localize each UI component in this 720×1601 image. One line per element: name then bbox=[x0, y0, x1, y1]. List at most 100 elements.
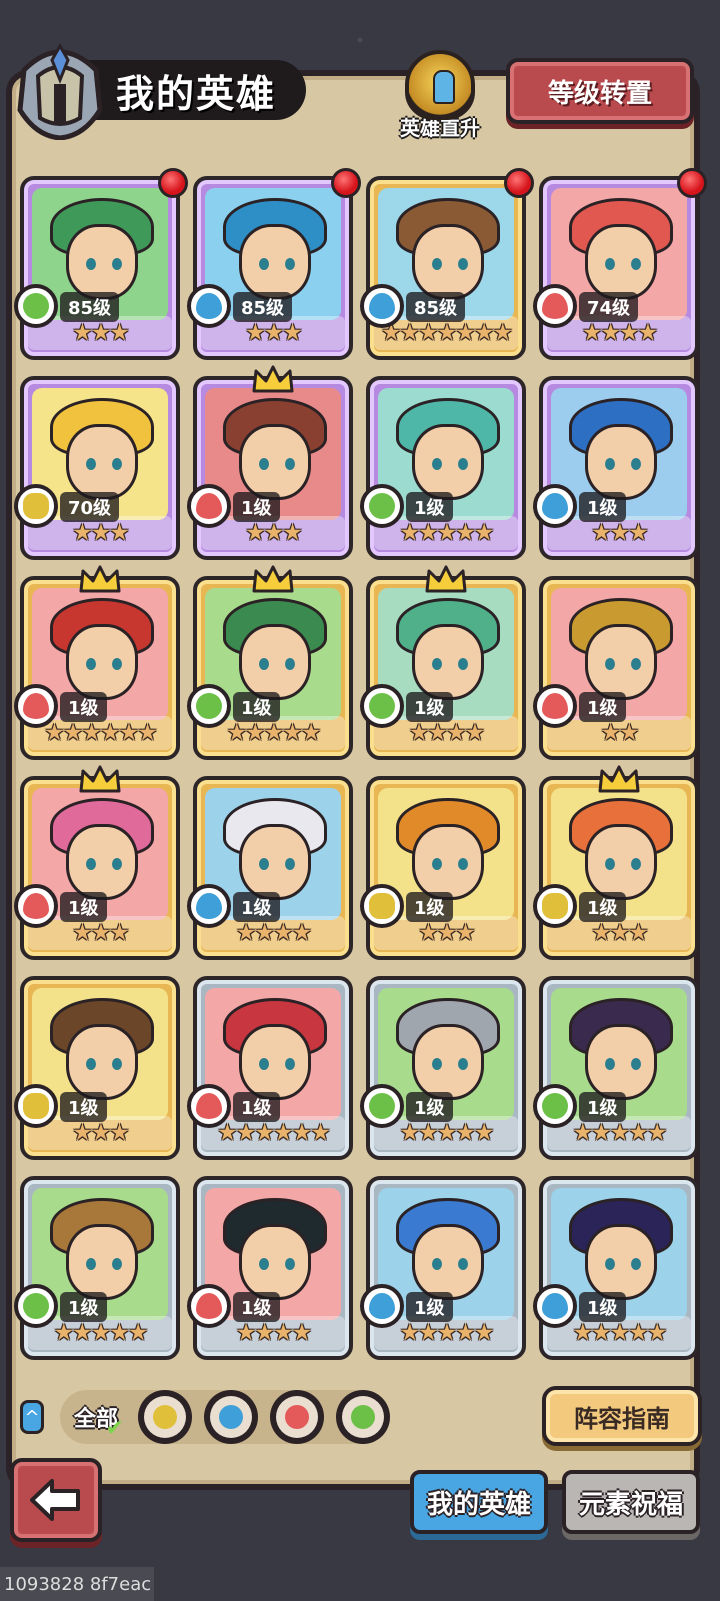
watermark: 1093828 8f7eac bbox=[0, 1567, 154, 1601]
hero-eye bbox=[285, 258, 295, 270]
hero-card[interactable]: 1级 ★★★★★ bbox=[533, 1176, 699, 1360]
element-core bbox=[351, 1405, 375, 1429]
earth-element-icon bbox=[14, 484, 58, 528]
filter-earth-button[interactable] bbox=[138, 1390, 192, 1444]
element-core bbox=[23, 1093, 49, 1119]
element-core bbox=[219, 1405, 243, 1429]
filter-all-button[interactable]: 全部 ✔ bbox=[66, 1391, 126, 1443]
hero-face bbox=[239, 224, 311, 300]
hero-eye bbox=[112, 858, 122, 870]
hero-eye bbox=[605, 658, 615, 670]
hero-card[interactable]: 1级 ★★★★★★ bbox=[14, 565, 180, 760]
hero-card[interactable]: 85级 ★★★ bbox=[187, 168, 361, 360]
crown-icon bbox=[252, 365, 294, 393]
hero-eye bbox=[605, 458, 615, 470]
back-arrow-icon bbox=[30, 1479, 80, 1521]
hero-card[interactable]: 1级 ★★★★ bbox=[360, 565, 526, 760]
crown-icon bbox=[598, 765, 640, 793]
hero-face bbox=[585, 424, 657, 500]
element-core bbox=[23, 293, 49, 319]
hero-card[interactable]: 1级 ★★★★★ bbox=[360, 376, 526, 560]
hero-face bbox=[412, 224, 484, 300]
water-element-icon bbox=[533, 484, 577, 528]
hero-eye bbox=[458, 658, 468, 670]
hero-card[interactable]: 1级 ★★★ bbox=[14, 765, 180, 960]
crown-icon bbox=[252, 565, 294, 593]
element-core bbox=[196, 893, 222, 919]
hero-card[interactable]: 85级 ★★★ bbox=[14, 168, 188, 360]
hero-eye bbox=[285, 658, 295, 670]
lineup-guide-label: 阵容指南 bbox=[574, 1404, 670, 1433]
fire-element-icon bbox=[533, 284, 577, 328]
check-icon: ✔ bbox=[105, 1416, 124, 1441]
water-element-icon bbox=[533, 1284, 577, 1328]
hero-face bbox=[585, 624, 657, 700]
hero-card[interactable]: 1级 ★★★★★ bbox=[187, 565, 353, 760]
element-core bbox=[542, 1293, 568, 1319]
hero-eye bbox=[631, 1258, 641, 1270]
hero-eye bbox=[112, 1058, 122, 1070]
tab-element-blessing[interactable]: 元素祝福 bbox=[562, 1470, 700, 1534]
tab-element-blessing-label: 元素祝福 bbox=[578, 1489, 683, 1520]
nature-element-icon bbox=[342, 1396, 384, 1438]
hero-face bbox=[66, 424, 138, 500]
element-core bbox=[23, 693, 49, 719]
tab-my-heroes[interactable]: 我的英雄 bbox=[410, 1470, 548, 1534]
hero-card[interactable]: 1级 ★★★★ bbox=[187, 776, 353, 960]
hero-level: 1级 bbox=[406, 692, 453, 722]
hero-eye bbox=[86, 1058, 96, 1070]
hero-card[interactable]: 74级 ★★★★ bbox=[533, 168, 707, 360]
crown-icon bbox=[79, 565, 121, 593]
hero-eye bbox=[631, 458, 641, 470]
hero-eye bbox=[259, 658, 269, 670]
hero-face bbox=[412, 424, 484, 500]
tab-my-heroes-label: 我的英雄 bbox=[426, 1489, 531, 1520]
notification-dot-icon bbox=[677, 168, 707, 198]
hero-card[interactable]: 1级 ★★★★★ bbox=[14, 1176, 180, 1360]
hero-card[interactable]: 70级 ★★★ bbox=[14, 376, 180, 560]
nature-element-icon bbox=[533, 1084, 577, 1128]
hero-level: 1级 bbox=[579, 1092, 626, 1122]
hero-eye bbox=[458, 458, 468, 470]
hero-eye bbox=[112, 458, 122, 470]
hero-card[interactable]: 1级 ★★★ bbox=[14, 976, 180, 1160]
filter-water-button[interactable] bbox=[204, 1390, 258, 1444]
notification-dot-icon bbox=[331, 168, 361, 198]
hero-eye bbox=[432, 458, 442, 470]
hero-card[interactable]: 1级 ★★★ bbox=[533, 376, 699, 560]
water-element-icon bbox=[187, 284, 231, 328]
element-core bbox=[369, 1093, 395, 1119]
nature-element-icon bbox=[360, 684, 404, 728]
hero-level: 1级 bbox=[406, 892, 453, 922]
level-reset-button[interactable]: 等级转置 bbox=[506, 58, 694, 124]
hero-eye bbox=[631, 658, 641, 670]
hero-ascend-button[interactable]: 英雄直升 bbox=[392, 50, 488, 146]
hero-card[interactable]: 1级 ★★★★★★ bbox=[187, 976, 353, 1160]
hero-card[interactable]: 85级 ★★★★★★★ bbox=[360, 168, 534, 360]
hero-eye bbox=[631, 258, 641, 270]
hero-card[interactable]: 1级 ★★ bbox=[533, 576, 699, 760]
hero-eye bbox=[631, 858, 641, 870]
hero-level: 70级 bbox=[60, 492, 120, 522]
filter-track: 全部 ✔ bbox=[60, 1390, 390, 1444]
element-core bbox=[196, 1093, 222, 1119]
filter-fire-button[interactable] bbox=[270, 1390, 324, 1444]
hero-eye bbox=[259, 1258, 269, 1270]
hero-card[interactable]: 1级 ★★★★★ bbox=[360, 976, 526, 1160]
element-core bbox=[542, 893, 568, 919]
hero-eye bbox=[86, 858, 96, 870]
lineup-guide-button[interactable]: 阵容指南 bbox=[542, 1386, 702, 1446]
hero-face bbox=[412, 624, 484, 700]
hero-face bbox=[585, 1024, 657, 1100]
hero-card[interactable]: 1级 ★★★ bbox=[533, 765, 699, 960]
hero-card[interactable]: 1级 ★★★★ bbox=[187, 1176, 353, 1360]
hero-card[interactable]: 1级 ★★★★★ bbox=[533, 976, 699, 1160]
hero-card[interactable]: 1级 ★★★ bbox=[360, 776, 526, 960]
hero-card[interactable]: 1级 ★★★ bbox=[187, 365, 353, 560]
back-button[interactable] bbox=[10, 1458, 102, 1542]
hero-eye bbox=[432, 858, 442, 870]
hero-face bbox=[412, 1024, 484, 1100]
collapse-icon[interactable]: ^ bbox=[20, 1400, 44, 1434]
hero-card[interactable]: 1级 ★★★★★ bbox=[360, 1176, 526, 1360]
filter-nature-button[interactable] bbox=[336, 1390, 390, 1444]
